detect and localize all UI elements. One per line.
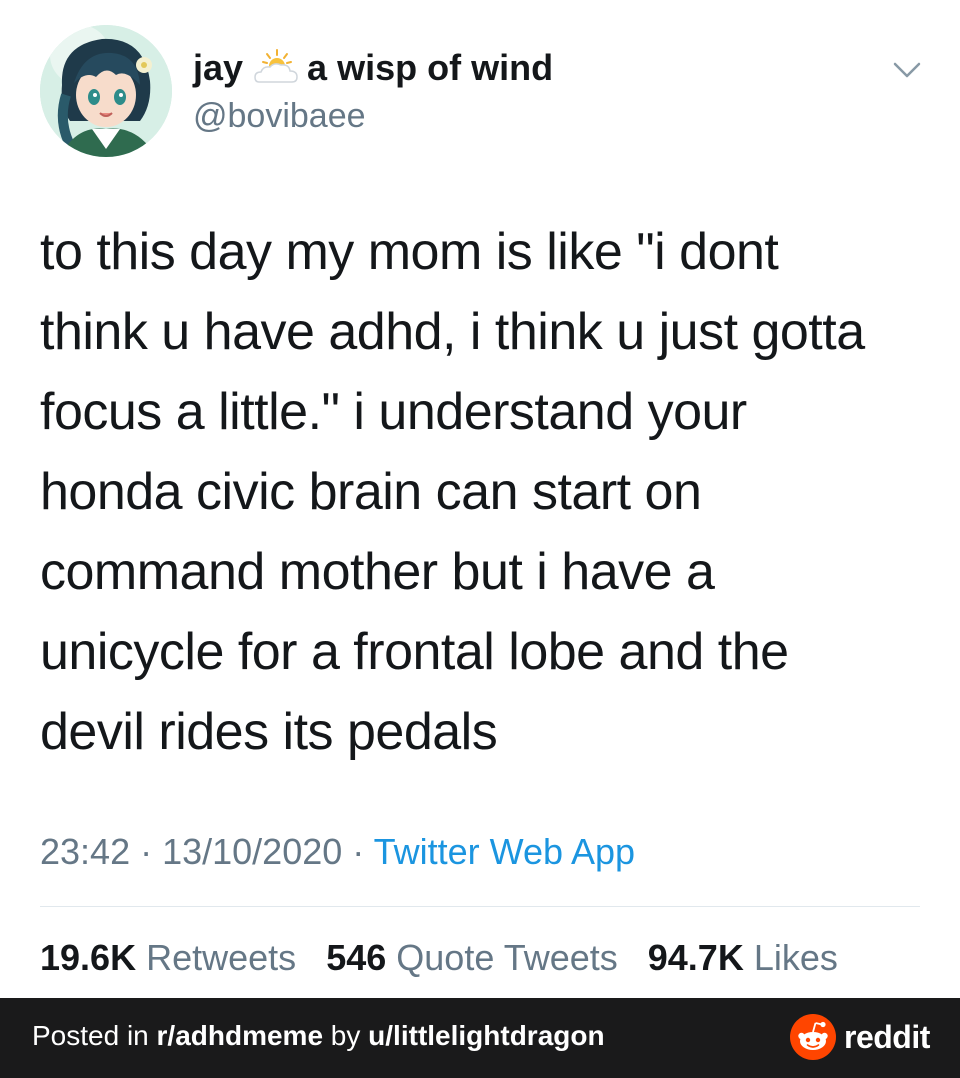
tweet-card: jay a wisp of wind @bovibaee to this day… (0, 0, 960, 998)
quote-tweets-label: Quote Tweets (396, 937, 618, 978)
user-handle[interactable]: @bovibaee (193, 94, 366, 138)
display-name[interactable]: jay a wisp of wind (193, 44, 553, 92)
retweets-label: Retweets (146, 937, 297, 978)
reddit-footer-bar: Posted in r/adhdmeme by u/littlelightdra… (0, 998, 960, 1078)
display-name-first: jay (193, 47, 244, 88)
quote-tweets-count: 546 (326, 937, 387, 978)
reddit-brand[interactable]: reddit (790, 1014, 930, 1060)
meta-separator: · (130, 831, 163, 872)
likes-count: 94.7K (647, 937, 744, 978)
chevron-down-icon[interactable] (889, 58, 925, 82)
meta-separator: · (342, 831, 374, 872)
retweets-stat[interactable]: 19.6K Retweets (40, 937, 296, 978)
reddit-wordmark: reddit (844, 1018, 930, 1055)
tweet-time[interactable]: 23:42 (40, 831, 130, 872)
retweets-count: 19.6K (40, 937, 137, 978)
divider (40, 906, 920, 907)
tweet-meta: 23:42 · 13/10/2020 · Twitter Web App (40, 828, 635, 876)
tweet-text: to this day my mom is like "i dont think… (40, 223, 865, 761)
posted-in-label: Posted in (32, 1020, 157, 1051)
likes-label: Likes (753, 937, 838, 978)
reddit-logo-icon (790, 1014, 836, 1060)
by-label: by (323, 1020, 369, 1051)
user-link[interactable]: u/littlelightdragon (368, 1020, 604, 1051)
sun-behind-cloud-icon (251, 48, 301, 88)
avatar-image (40, 25, 172, 157)
likes-stat[interactable]: 94.7K Likes (648, 937, 838, 978)
tweet-source-link[interactable]: Twitter Web App (374, 831, 635, 872)
subreddit-link[interactable]: r/adhdmeme (157, 1020, 324, 1051)
avatar[interactable] (40, 25, 172, 157)
quote-tweets-stat[interactable]: 546 Quote Tweets (326, 937, 618, 978)
posted-in-credit: Posted in r/adhdmeme by u/littlelightdra… (32, 1016, 605, 1056)
tweet-date[interactable]: 13/10/2020 (162, 831, 342, 872)
engagement-stats: 19.6K Retweets 546 Quote Tweets 94.7K Li… (40, 934, 838, 982)
display-name-second: a wisp of wind (307, 47, 554, 88)
